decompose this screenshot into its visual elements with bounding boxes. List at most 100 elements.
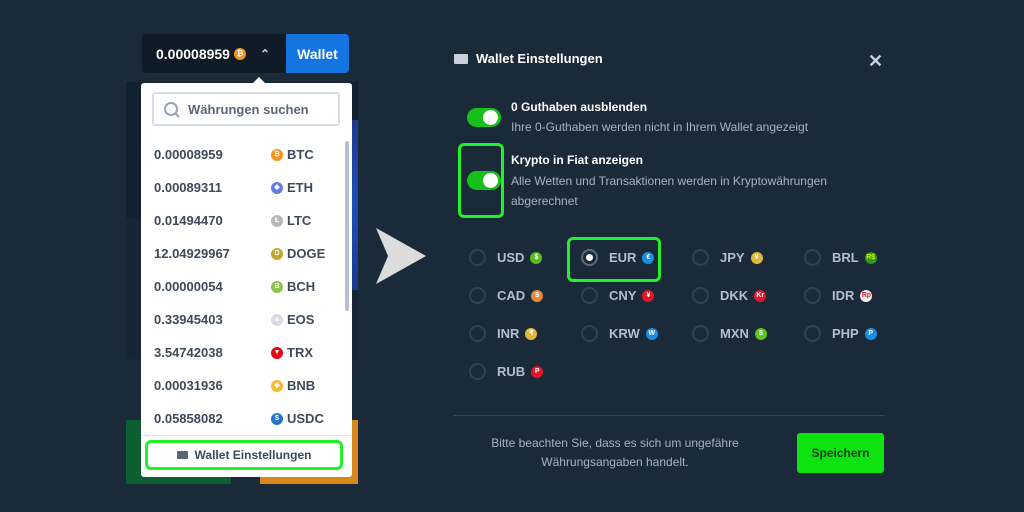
php-icon: P (864, 327, 877, 340)
radio-button[interactable] (581, 287, 598, 304)
currency-label: DOGE (287, 246, 326, 261)
currency-code: IDR (832, 288, 855, 303)
balance-selector[interactable]: 0.00008959 ₿ ⌃ (142, 34, 286, 73)
currency-code: Ł LTC (271, 213, 311, 228)
currency-label: EOS (287, 312, 315, 327)
dkk-icon: Kr (754, 289, 767, 302)
approximation-note: Bitte beachten Sie, dass es sich um unge… (491, 436, 739, 469)
option-title: Krypto in Fiat anzeigen (511, 153, 644, 167)
scrollbar[interactable] (345, 141, 349, 311)
currency-label: TRX (287, 345, 313, 360)
currency-row[interactable]: 12.04929967 D DOGE (141, 237, 341, 270)
currency-code: RUB (497, 364, 526, 379)
currency-search[interactable] (152, 92, 340, 126)
trx-icon: ▼ (271, 346, 283, 359)
currency-amount: 3.54742038 (154, 345, 223, 360)
balance-amount: 0.00008959 (156, 45, 230, 62)
radio-button[interactable] (804, 249, 821, 266)
divider (453, 415, 884, 416)
currency-option-dkk[interactable]: DKK Kr (692, 287, 767, 304)
option-description: Ihre 0-Guthaben werden nicht in Ihrem Wa… (511, 120, 809, 134)
radio-button[interactable] (469, 363, 486, 380)
currency-row[interactable]: 0.00000054 B BCH (141, 270, 341, 303)
save-button[interactable]: Speichern (797, 433, 884, 473)
currency-option-cny[interactable]: CNY ¥ (581, 287, 655, 304)
currency-amount: 12.04929967 (154, 246, 230, 261)
currency-row[interactable]: 0.05858082 $ USDC (141, 402, 341, 435)
currency-search-input[interactable] (188, 101, 328, 117)
currency-option-usd[interactable]: USD $ (469, 249, 543, 266)
currency-option-rub[interactable]: RUB P (469, 363, 544, 380)
radio-button[interactable] (804, 287, 821, 304)
wallet-settings-label: Wallet Einstellungen (194, 448, 312, 462)
chevron-up-icon[interactable]: ⌃ (260, 47, 270, 61)
bch-icon: B (271, 280, 283, 293)
currency-label: ETH (287, 180, 313, 195)
currency-code: PHP (832, 326, 859, 341)
radio-button[interactable] (804, 325, 821, 342)
cny-icon: ¥ (642, 289, 655, 302)
brl-icon: R$ (864, 251, 877, 264)
bnb-icon: ◆ (271, 379, 283, 392)
currency-row[interactable]: 0.01494470 Ł LTC (141, 204, 341, 237)
eth-icon: ◆ (271, 181, 283, 194)
krw-icon: W (645, 327, 658, 340)
radio-button[interactable] (469, 325, 486, 342)
close-icon[interactable]: ✕ (868, 51, 883, 72)
option-description: Alle Wetten und Transaktionen werden in … (511, 174, 827, 208)
currency-code: KRW (609, 326, 640, 341)
ltc-icon: Ł (271, 214, 283, 227)
currency-code: ◆ ETH (271, 180, 313, 195)
radio-button[interactable] (469, 287, 486, 304)
modal-title: Wallet Einstellungen (454, 51, 603, 66)
usdc-icon: $ (271, 412, 283, 425)
currency-option-krw[interactable]: KRW W (581, 325, 658, 342)
currency-code: ▼ TRX (271, 345, 313, 360)
arrow-right-icon (376, 228, 426, 284)
currency-code: $ USDC (271, 411, 324, 426)
cad-icon: $ (531, 289, 544, 302)
currency-row[interactable]: 0.00031936 ◆ BNB (141, 369, 341, 402)
currency-code: INR (497, 326, 520, 341)
currency-option-php[interactable]: PHP P (804, 325, 877, 342)
currency-label: BNB (287, 378, 316, 393)
currency-code: ▲ EOS (271, 312, 314, 327)
btc-icon: ₿ (271, 148, 283, 161)
crypto-in-fiat-toggle[interactable] (467, 171, 501, 190)
radio-button[interactable] (469, 249, 486, 266)
currency-code: D DOGE (271, 246, 325, 261)
eos-icon: ▲ (271, 313, 283, 326)
currency-code: CNY (609, 288, 637, 303)
currency-code: BRL (832, 250, 859, 265)
currency-option-brl[interactable]: BRL R$ (804, 249, 877, 266)
wallet-button[interactable]: Wallet (286, 34, 349, 73)
currency-row[interactable]: 3.54742038 ▼ TRX (141, 336, 341, 369)
usd-icon: $ (530, 251, 543, 264)
currency-code: JPY (720, 250, 745, 265)
radio-button[interactable] (692, 325, 709, 342)
radio-button[interactable] (692, 249, 709, 266)
inr-icon: ₹ (525, 327, 538, 340)
currency-label: LTC (287, 213, 312, 228)
currency-amount: 0.00000054 (154, 279, 223, 294)
currency-amount: 0.33945403 (154, 312, 223, 327)
radio-button[interactable] (692, 287, 709, 304)
currency-option-idr[interactable]: IDR Rp (804, 287, 873, 304)
wallet-icon (176, 451, 188, 459)
currency-row[interactable]: 0.33945403 ▲ EOS (141, 303, 341, 336)
currency-code: DKK (720, 288, 749, 303)
currency-option-cad[interactable]: CAD $ (469, 287, 544, 304)
currency-row[interactable]: 0.00089311 ◆ ETH (141, 171, 341, 204)
hide-zero-balance-toggle[interactable] (467, 108, 501, 127)
wallet-settings-button[interactable]: Wallet Einstellungen (145, 440, 343, 470)
modal-title-text: Wallet Einstellungen (476, 51, 603, 66)
currency-code: ◆ BNB (271, 378, 315, 393)
currency-option-jpy[interactable]: JPY ¥ (692, 249, 763, 266)
search-icon (164, 102, 178, 116)
currency-option-mxn[interactable]: MXN $ (692, 325, 767, 342)
currency-option-inr[interactable]: INR ₹ (469, 325, 538, 342)
currency-row[interactable]: 0.00008959 ₿ BTC (141, 138, 341, 171)
radio-button[interactable] (581, 325, 598, 342)
currency-amount: 0.00031936 (154, 378, 223, 393)
wallet-icon (454, 53, 468, 64)
